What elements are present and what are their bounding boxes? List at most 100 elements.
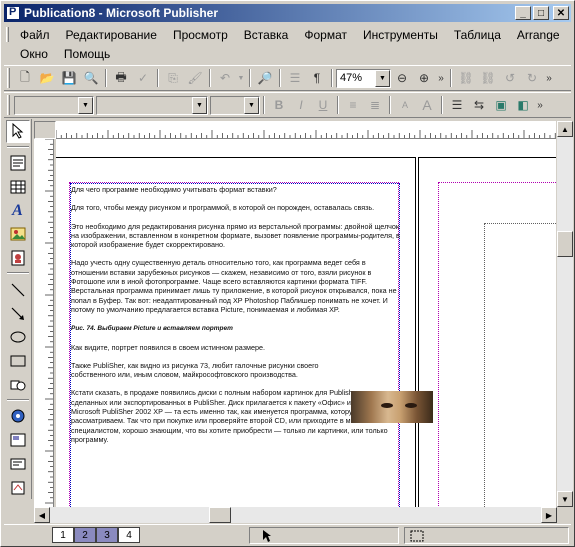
minimize-button[interactable]: _	[515, 6, 531, 20]
clip-art-icon[interactable]	[6, 247, 30, 270]
horizontal-ruler[interactable]	[56, 121, 556, 139]
page-button-3[interactable]: 3	[96, 527, 118, 543]
copy-icon[interactable]: ⎘	[162, 67, 184, 89]
figure-caption: Рис. 74. Выбираем Picture и вставляем по…	[71, 325, 233, 333]
vertical-scrollbar[interactable]: ▲ ▼	[557, 121, 573, 507]
toolbar-separator	[263, 96, 265, 114]
paragraph: Как видите, портрет появился в своем ист…	[71, 342, 265, 352]
rectangle-icon[interactable]	[6, 350, 30, 373]
vertical-ruler[interactable]	[34, 139, 54, 507]
zoom-combo[interactable]: 47% ▼	[336, 68, 391, 88]
menu-help[interactable]: Помощь	[56, 47, 118, 61]
oval-icon[interactable]	[6, 326, 30, 349]
title-bar[interactable]: Publication8 - Microsoft Publisher _ □ ✕	[4, 4, 571, 22]
page-button-4[interactable]: 4	[118, 527, 140, 543]
ruler-corner[interactable]	[34, 121, 56, 139]
horizontal-scroll-thumb[interactable]	[209, 507, 231, 523]
undo-dropdown-icon[interactable]: ▼	[236, 67, 246, 89]
format-painter-icon[interactable]: 🖌	[184, 67, 206, 89]
line-icon[interactable]	[6, 278, 30, 301]
unlink-icon[interactable]: ⛓	[477, 67, 499, 89]
undo-icon[interactable]: ↶	[214, 67, 236, 89]
link-icon[interactable]: ⛓	[455, 67, 477, 89]
rotate-right-icon[interactable]: ↻	[521, 67, 543, 89]
scroll-left-button[interactable]: ◀	[34, 507, 50, 523]
pointer-icon[interactable]	[5, 120, 30, 143]
standard-toolbar: 🗋 📂 💾 🔍 🖶 ✓ ⎘ 🖌 ↶ ▼ 🔎 ☰ ¶ 47% ▼ ⊖ ⊕ » ⛓ …	[4, 65, 571, 91]
menu-table[interactable]: Таблица	[446, 28, 509, 42]
scroll-down-button[interactable]: ▼	[557, 491, 573, 507]
zoom-in-icon[interactable]: ⊕	[413, 67, 435, 89]
form-control-icon[interactable]	[6, 452, 30, 475]
style-combo[interactable]: ▼	[14, 95, 94, 115]
menu-window[interactable]: Окно	[12, 47, 56, 61]
table-icon[interactable]	[6, 176, 30, 199]
font-size-combo[interactable]: ▼	[210, 95, 260, 115]
toolbar-grip[interactable]	[7, 95, 10, 115]
text-box-icon[interactable]	[6, 152, 30, 175]
menu-file[interactable]: Файл	[12, 28, 58, 42]
horizontal-scrollbar[interactable]: ◀ ▶	[34, 507, 557, 523]
menu-insert[interactable]: Вставка	[236, 28, 297, 42]
chevron-down-icon[interactable]: ▼	[78, 96, 93, 114]
3d-icon[interactable]: ◧	[512, 94, 534, 116]
menu-view[interactable]: Просмотр	[165, 28, 236, 42]
bold-icon[interactable]: B	[268, 94, 290, 116]
publisher-app-icon[interactable]	[6, 6, 20, 20]
page-navigator: 1 2 3 4	[52, 527, 140, 543]
portrait-picture[interactable]	[351, 391, 433, 423]
menu-tools[interactable]: Инструменты	[355, 28, 446, 42]
shadow-icon[interactable]: ▣	[490, 94, 512, 116]
paragraph: Также PubliSher, как видно из рисунка 73…	[71, 360, 319, 380]
toolbar-overflow-icon-3[interactable]: »	[534, 94, 546, 116]
zoom-out-icon[interactable]: ⊖	[391, 67, 413, 89]
line-style-icon[interactable]: ☰	[446, 94, 468, 116]
align-left-icon[interactable]: ≡	[342, 94, 364, 116]
columns-icon[interactable]: ☰	[284, 67, 306, 89]
decrease-font-icon[interactable]: A	[394, 94, 416, 116]
print-preview-icon[interactable]: 🔎	[254, 67, 276, 89]
chevron-down-icon[interactable]: ▼	[192, 96, 207, 114]
search-file-icon[interactable]: 🔍	[80, 67, 102, 89]
wordart-icon[interactable]: A	[6, 199, 30, 222]
eye-shape	[381, 403, 393, 408]
underline-icon[interactable]: U	[312, 94, 334, 116]
page-button-1[interactable]: 1	[52, 527, 74, 543]
toolbar-grip[interactable]	[7, 68, 10, 88]
menu-format[interactable]: Формат	[296, 28, 355, 42]
arrange-icon[interactable]: ⇆	[468, 94, 490, 116]
spelling-icon[interactable]: ✓	[132, 67, 154, 89]
print-icon[interactable]: 🖶	[110, 67, 132, 89]
document-workspace[interactable]: Для чего программе необходимо учитывать …	[56, 139, 556, 507]
font-combo[interactable]: ▼	[96, 95, 208, 115]
increase-font-icon[interactable]: A	[416, 94, 438, 116]
maximize-button[interactable]: □	[533, 6, 549, 20]
chevron-down-icon[interactable]: ▼	[375, 69, 390, 87]
vertical-scroll-thumb[interactable]	[557, 231, 573, 257]
rotate-left-icon[interactable]: ↺	[499, 67, 521, 89]
chevron-down-icon[interactable]: ▼	[244, 96, 259, 114]
status-bar: 1 2 3 4	[4, 524, 571, 545]
scroll-right-button[interactable]: ▶	[541, 507, 557, 523]
menu-edit[interactable]: Редактирование	[58, 28, 165, 42]
justify-icon[interactable]: ≣	[364, 94, 386, 116]
save-icon[interactable]: 💾	[58, 67, 80, 89]
toolbar-overflow-icon-2[interactable]: »	[543, 67, 555, 89]
close-button[interactable]: ✕	[553, 6, 569, 20]
page-button-2[interactable]: 2	[74, 527, 96, 543]
hotspot-icon[interactable]	[6, 429, 30, 452]
toolbar-overflow-icon[interactable]: »	[435, 67, 447, 89]
italic-icon[interactable]: I	[290, 94, 312, 116]
menu-arrange[interactable]: Arrange	[509, 28, 568, 42]
pilcrow-icon[interactable]: ¶	[306, 67, 328, 89]
html-code-icon[interactable]	[6, 476, 30, 499]
arrow-icon[interactable]	[6, 302, 30, 325]
menubar-grip[interactable]	[6, 27, 9, 42]
picture-icon[interactable]	[6, 223, 30, 246]
window-title: Publication8 - Microsoft Publisher	[24, 6, 219, 20]
design-gallery-icon[interactable]	[6, 405, 30, 428]
new-icon[interactable]: 🗋	[14, 67, 36, 89]
autoshapes-icon[interactable]	[6, 373, 30, 396]
open-icon[interactable]: 📂	[36, 67, 58, 89]
scroll-up-button[interactable]: ▲	[557, 121, 573, 137]
